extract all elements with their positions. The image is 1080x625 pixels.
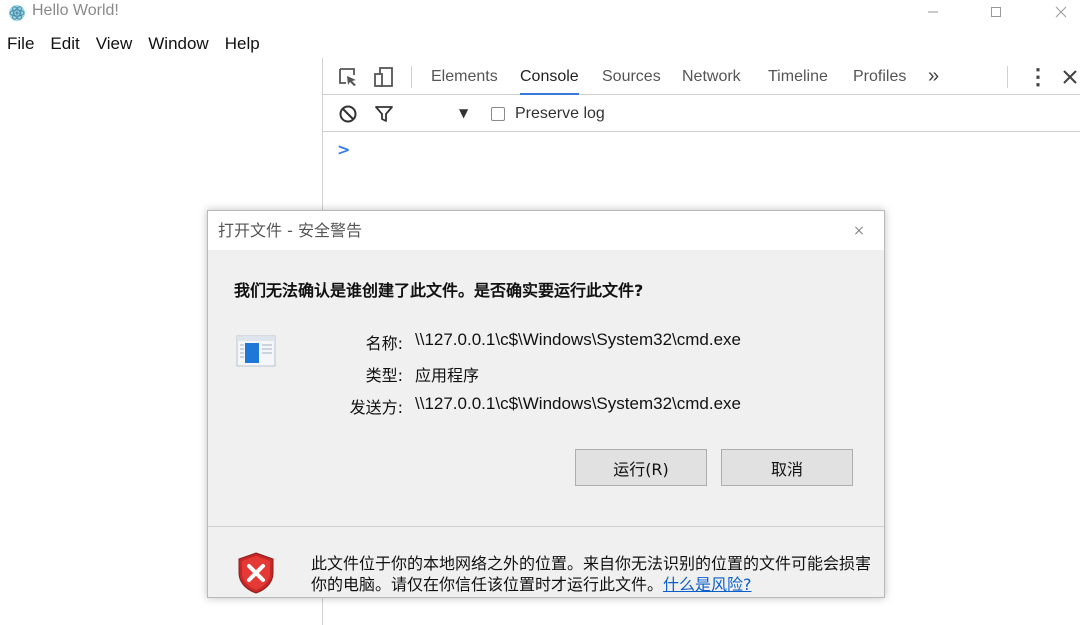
- maximize-icon: [991, 7, 1001, 17]
- filter-icon: [375, 106, 393, 122]
- menu-view[interactable]: View: [88, 30, 141, 58]
- maximize-button[interactable]: [973, 0, 1019, 24]
- devtools-close-button[interactable]: [1057, 64, 1080, 90]
- inspect-element-button[interactable]: [335, 64, 361, 90]
- window-title: Hello World!: [32, 2, 119, 19]
- menu-edit[interactable]: Edit: [42, 30, 87, 58]
- clear-console-button[interactable]: [335, 101, 361, 127]
- dialog-close-button[interactable]: ×: [848, 220, 870, 242]
- security-warning-dialog: 打开文件 - 安全警告 × 我们无法确认是谁创建了此文件。是否确实要运行此文件?…: [207, 210, 885, 598]
- device-mode-icon: [374, 67, 393, 87]
- console-prompt[interactable]: >: [337, 140, 350, 159]
- security-shield-icon: [238, 552, 274, 594]
- cancel-button[interactable]: 取消: [721, 449, 853, 486]
- close-icon: [1055, 6, 1067, 18]
- file-sender-value: \\127.0.0.1\c$\Windows\System32\cmd.exe: [415, 394, 741, 413]
- context-dropdown-arrow[interactable]: ▼: [459, 95, 468, 132]
- electron-app-icon: [9, 5, 25, 21]
- risk-info-link[interactable]: 什么是风险?: [663, 575, 752, 594]
- app-titlebar: Hello World!: [0, 0, 1080, 28]
- clear-console-icon: [339, 105, 357, 123]
- toolbar-divider: [1007, 66, 1008, 88]
- tab-console[interactable]: Console: [520, 58, 579, 95]
- file-name-label: 名称:: [365, 334, 403, 353]
- executable-file-icon: [236, 335, 276, 367]
- inspect-element-icon: [339, 68, 356, 86]
- file-sender-label: 发送方:: [349, 398, 403, 417]
- tab-profiles[interactable]: Profiles: [853, 58, 906, 95]
- menu-bar: File Edit View Window Help: [0, 30, 1080, 58]
- device-mode-button[interactable]: [371, 64, 397, 90]
- security-warning-text: 此文件位于你的本地网络之外的位置。来自你无法识别的位置的文件可能会损害你的电脑。…: [311, 553, 871, 595]
- filter-button[interactable]: [371, 101, 397, 127]
- dialog-title: 打开文件 - 安全警告: [218, 221, 362, 240]
- warning-message: 此文件位于你的本地网络之外的位置。来自你无法识别的位置的文件可能会损害你的电脑。…: [311, 554, 872, 594]
- tab-elements[interactable]: Elements: [431, 58, 498, 95]
- dialog-divider: [208, 526, 884, 527]
- preserve-log-checkbox[interactable]: [491, 107, 505, 121]
- run-button[interactable]: 运行(R): [575, 449, 707, 486]
- tab-network[interactable]: Network: [682, 58, 741, 95]
- devtools-tab-bar: Elements Console Sources Network Timelin…: [323, 58, 1080, 95]
- file-name-value: \\127.0.0.1\c$\Windows\System32\cmd.exe: [415, 330, 741, 349]
- preserve-log-label[interactable]: Preserve log: [515, 95, 605, 132]
- minimize-button[interactable]: [910, 0, 956, 24]
- file-type-label: 类型:: [365, 366, 403, 385]
- console-toolbar: ▼ Preserve log: [323, 95, 1080, 132]
- menu-file[interactable]: File: [0, 30, 42, 58]
- toolbar-divider: [411, 66, 412, 88]
- file-type-value: 应用程序: [415, 366, 480, 385]
- tab-timeline[interactable]: Timeline: [768, 58, 828, 95]
- dialog-titlebar: 打开文件 - 安全警告 ×: [208, 211, 884, 250]
- tab-sources[interactable]: Sources: [602, 58, 661, 95]
- menu-help[interactable]: Help: [217, 30, 268, 58]
- menu-window[interactable]: Window: [140, 30, 216, 58]
- dialog-question: 我们无法确认是谁创建了此文件。是否确实要运行此文件?: [234, 281, 644, 300]
- file-type-row: 类型: 应用程序: [288, 362, 878, 386]
- minimize-icon: [928, 11, 938, 13]
- window-close-button[interactable]: [1038, 0, 1080, 24]
- more-tabs-button[interactable]: »: [928, 58, 939, 95]
- file-sender-row: 发送方: \\127.0.0.1\c$\Windows\System32\cmd…: [288, 394, 878, 418]
- devtools-menu-button[interactable]: ⋮: [1027, 58, 1049, 95]
- file-name-row: 名称: \\127.0.0.1\c$\Windows\System32\cmd.…: [288, 330, 878, 354]
- close-icon: [1063, 70, 1077, 84]
